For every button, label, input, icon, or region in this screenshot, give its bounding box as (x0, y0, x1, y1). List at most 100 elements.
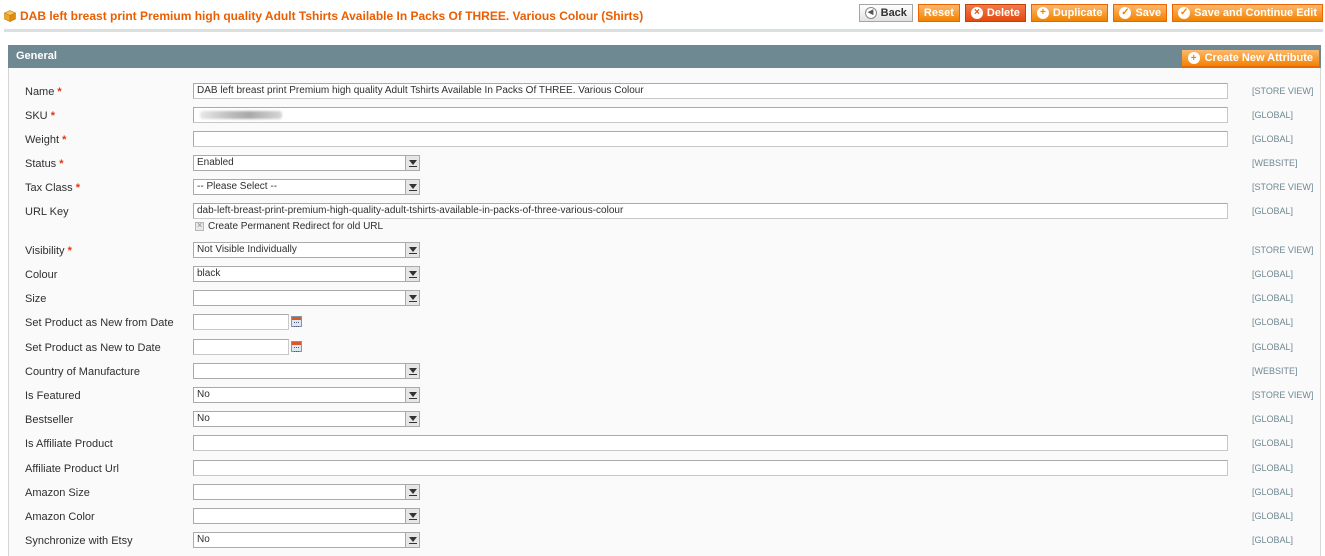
field-row-is-affiliate: Is Affiliate Product [GLOBAL] (9, 435, 1322, 459)
create-new-attribute-button[interactable]: + Create New Attribute (1180, 49, 1320, 67)
field-label: Size (25, 293, 47, 305)
calendar-icon[interactable] (291, 316, 302, 327)
field-row-amazon-color: Amazon Color [GLOBAL] (9, 508, 1322, 532)
sku-input[interactable] (193, 107, 1228, 123)
field-row-bestseller: Bestseller No [GLOBAL] (9, 411, 1322, 435)
field-row-etsy: Synchronize with Etsy No [GLOBAL] (9, 532, 1322, 556)
dropdown-arrow-icon (405, 180, 419, 194)
product-box-icon (4, 10, 16, 22)
url-key-input[interactable]: dab-left-breast-print-premium-high-quali… (193, 203, 1228, 219)
general-panel-header: General + Create New Attribute (8, 45, 1321, 68)
checkmark-icon: ✓ (1119, 7, 1132, 19)
weight-input[interactable] (193, 131, 1228, 147)
field-row-is-featured: Is Featured No [STORE VIEW] (9, 387, 1322, 411)
country-select[interactable] (193, 363, 420, 379)
add-plus-icon: + (1036, 7, 1049, 19)
scope-label: [GLOBAL] (1252, 438, 1294, 448)
dropdown-arrow-icon (405, 364, 419, 378)
field-label: URL Key (25, 206, 69, 218)
new-to-date-input[interactable] (193, 339, 289, 355)
field-row-visibility: Visibility * Not Visible Individually [S… (9, 242, 1322, 266)
field-label: Weight * (25, 134, 67, 146)
field-row-colour: Colour black [GLOBAL] (9, 266, 1322, 290)
name-input[interactable]: DAB left breast print Premium high quali… (193, 83, 1228, 99)
required-marker: * (62, 134, 67, 146)
is-featured-select[interactable]: No (193, 387, 420, 403)
scope-label: [GLOBAL] (1252, 463, 1294, 473)
checkmark-icon: ✓ (1178, 7, 1191, 19)
required-marker: * (67, 245, 72, 257)
panel-title: General (16, 50, 57, 62)
field-row-status: Status * Enabled [WEBSITE] (9, 155, 1322, 179)
scope-label: [GLOBAL] (1252, 134, 1294, 144)
status-select[interactable]: Enabled (193, 155, 420, 171)
scope-label: [GLOBAL] (1252, 487, 1294, 497)
new-from-date-input[interactable] (193, 314, 289, 330)
required-marker: * (75, 182, 81, 194)
field-label: Set Product as New to Date (25, 342, 161, 354)
redirect-checkbox[interactable] (195, 220, 204, 231)
required-marker: * (59, 158, 64, 170)
field-label: Affiliate Product Url (25, 463, 119, 475)
is-affiliate-input[interactable] (193, 435, 1228, 451)
field-row-amazon-size: Amazon Size [GLOBAL] (9, 484, 1322, 508)
redacted-sku (200, 111, 282, 119)
back-button-label: Back (880, 7, 907, 19)
scope-label: [GLOBAL] (1252, 293, 1294, 303)
dropdown-arrow-icon (405, 509, 419, 523)
header-divider (4, 29, 1323, 32)
page-title: DAB left breast print Premium high quali… (20, 9, 644, 23)
visibility-select[interactable]: Not Visible Individually (193, 242, 420, 258)
affiliate-url-input[interactable] (193, 460, 1228, 476)
scope-label: [WEBSITE] (1252, 158, 1298, 168)
bestseller-select[interactable]: No (193, 411, 420, 427)
calendar-icon[interactable] (291, 341, 302, 352)
scope-label: [GLOBAL] (1252, 511, 1294, 521)
field-label: Colour (25, 269, 58, 281)
duplicate-button-label: Duplicate (1052, 7, 1103, 19)
field-label: Set Product as New from Date (25, 317, 174, 329)
delete-button[interactable]: × Delete (964, 4, 1026, 22)
save-button-label: Save (1135, 7, 1162, 19)
dropdown-arrow-icon (405, 291, 419, 305)
field-row-tax-class: Tax Class * -- Please Select -- [STORE V… (9, 179, 1322, 203)
permanent-redirect-option: Create Permanent Redirect for old URL (195, 220, 384, 232)
scope-label: [STORE VIEW] (1252, 182, 1314, 192)
field-row-weight: Weight * [GLOBAL] (9, 131, 1322, 155)
title-wrap: DAB left breast print Premium high quali… (4, 9, 643, 23)
scope-label: [GLOBAL] (1252, 535, 1294, 545)
scope-label: [GLOBAL] (1252, 317, 1294, 327)
amazon-size-select[interactable] (193, 484, 420, 500)
size-select[interactable] (193, 290, 420, 306)
scope-label: [GLOBAL] (1252, 269, 1294, 279)
field-row-new-from-date: Set Product as New from Date [GLOBAL] (9, 314, 1322, 338)
colour-select[interactable]: black (193, 266, 420, 282)
save-button[interactable]: ✓ Save (1113, 4, 1168, 22)
redirect-checkbox-label: Create Permanent Redirect for old URL (208, 221, 384, 232)
field-label: Name * (25, 86, 62, 98)
field-label: Amazon Color (25, 511, 95, 523)
reset-button[interactable]: Reset (917, 4, 960, 22)
field-label: Tax Class * (25, 182, 81, 194)
scope-label: [STORE VIEW] (1252, 86, 1314, 96)
field-row-country: Country of Manufacture [WEBSITE] (9, 363, 1322, 387)
dropdown-arrow-icon (405, 156, 419, 170)
scope-label: [STORE VIEW] (1252, 245, 1314, 255)
field-label: Is Affiliate Product (25, 438, 113, 450)
field-label: Is Featured (25, 390, 81, 402)
etsy-sync-select[interactable]: No (193, 532, 420, 548)
field-label: Visibility * (25, 245, 72, 257)
delete-button-label: Delete (986, 7, 1020, 19)
create-attribute-label: Create New Attribute (1204, 52, 1313, 64)
tax-class-select[interactable]: -- Please Select -- (193, 179, 420, 195)
save-continue-button-label: Save and Continue Edit (1194, 7, 1317, 19)
duplicate-button[interactable]: + Duplicate (1030, 4, 1109, 22)
field-row-new-to-date: Set Product as New to Date [GLOBAL] (9, 339, 1322, 363)
scope-label: [GLOBAL] (1252, 206, 1294, 216)
back-button[interactable]: ◀ Back (858, 4, 913, 22)
dropdown-arrow-icon (405, 412, 419, 426)
field-row-size: Size [GLOBAL] (9, 290, 1322, 314)
amazon-color-select[interactable] (193, 508, 420, 524)
scope-label: [GLOBAL] (1252, 342, 1294, 352)
save-continue-button[interactable]: ✓ Save and Continue Edit (1172, 4, 1323, 22)
